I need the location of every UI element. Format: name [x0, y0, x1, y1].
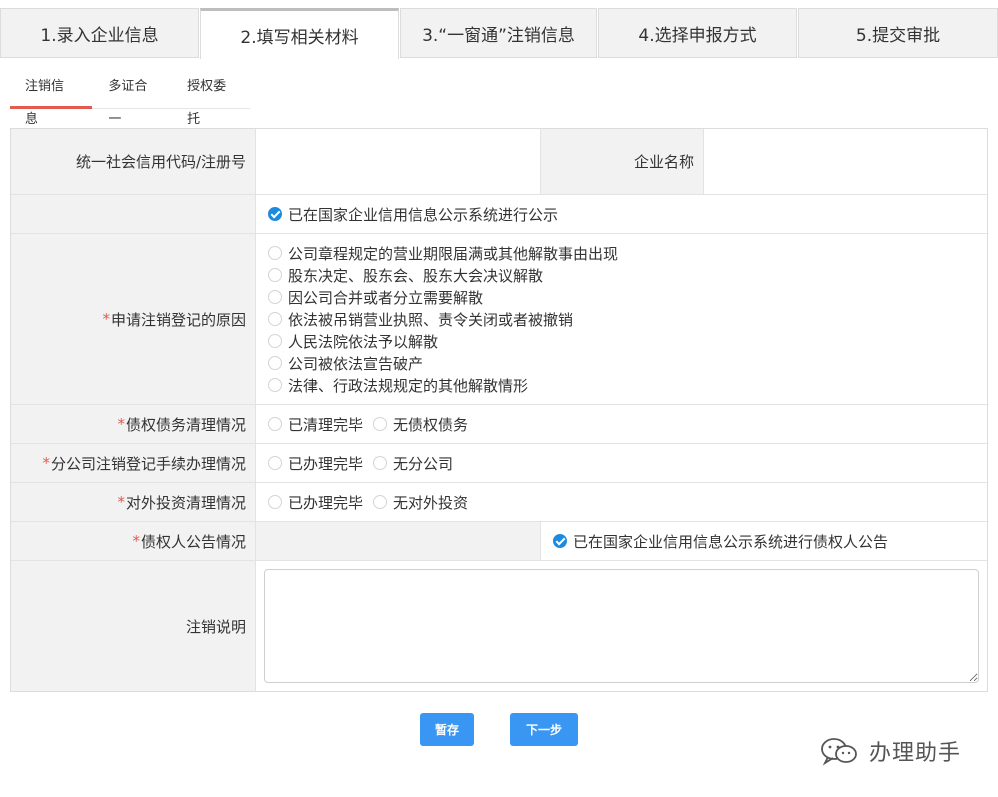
invest-option-done[interactable]: 已办理完毕 [268, 492, 363, 513]
radio-icon [268, 417, 282, 431]
radio-label: 无分公司 [393, 454, 454, 473]
step-tab-1[interactable]: 1.录入企业信息 [0, 8, 199, 58]
reason-option-label: 依法被吊销营业执照、责令关闭或者被撤销 [288, 310, 574, 329]
credit-code-label: 统一社会信用代码/注册号 [11, 129, 256, 194]
note-textarea[interactable] [264, 569, 979, 683]
row-publicity: 已在国家企业信用信息公示系统进行公示 [11, 195, 987, 234]
creditor-label: * 债权人公告情况 [11, 522, 256, 560]
publicity-option[interactable]: 已在国家企业信用信息公示系统进行公示 [268, 204, 558, 225]
reason-option-label: 法律、行政法规规定的其他解散情形 [288, 376, 529, 395]
reason-option-label: 人民法院依法予以解散 [288, 332, 439, 351]
required-mark: * [117, 415, 125, 433]
publicity-cell: 已在国家企业信用信息公示系统进行公示 [256, 195, 987, 233]
invest-label: * 对外投资清理情况 [11, 483, 256, 521]
wechat-icon [821, 738, 857, 766]
creditor-cell: 已在国家企业信用信息公示系统进行债权人公告 [541, 522, 987, 560]
publicity-option-label: 已在国家企业信用信息公示系统进行公示 [288, 205, 559, 224]
debt-option-none[interactable]: 无债权债务 [373, 414, 468, 435]
radio-icon [373, 417, 388, 431]
reason-option[interactable]: 公司章程规定的营业期限届满或其他解散事由出现 [268, 242, 618, 264]
step-tab-2[interactable]: 2.填写相关材料 [200, 8, 399, 59]
row-debt: * 债权债务清理情况 已清理完毕 无债权债务 [11, 405, 987, 444]
company-name-label: 企业名称 [541, 129, 704, 194]
sub-tabs: 注销信息 多证合一 授权委托 [10, 70, 250, 127]
step-tab-5[interactable]: 5.提交审批 [798, 8, 998, 58]
row-reason: * 申请注销登记的原因 公司章程规定的营业期限届满或其他解散事由出现 股东决定、股… [11, 234, 987, 405]
note-cell [256, 561, 987, 691]
row-note: 注销说明 [11, 561, 987, 691]
creditor-blank [256, 522, 541, 560]
radio-icon [268, 356, 282, 370]
reason-option[interactable]: 公司被依法宣告破产 [268, 352, 423, 374]
radio-label: 已办理完毕 [288, 454, 364, 473]
step-tabs: 1.录入企业信息 2.填写相关材料 3.“一窗通”注销信息 4.选择申报方式 5… [0, 8, 998, 59]
reason-option-label: 因公司合并或者分立需要解散 [288, 288, 484, 307]
subtab-authorization[interactable]: 授权委托 [171, 70, 250, 127]
row-branch: * 分公司注销登记手续办理情况 已办理完毕 无分公司 [11, 444, 987, 483]
reason-option-label: 公司章程规定的营业期限届满或其他解散事由出现 [288, 244, 619, 263]
radio-label: 已清理完毕 [288, 415, 364, 434]
step-tab-4[interactable]: 4.选择申报方式 [598, 8, 797, 58]
required-mark: * [102, 310, 110, 328]
row-invest: * 对外投资清理情况 已办理完毕 无对外投资 [11, 483, 987, 522]
invest-options: 已办理完毕 无对外投资 [256, 483, 987, 521]
note-label: 注销说明 [11, 561, 256, 691]
company-name-value [704, 129, 987, 194]
invest-option-none[interactable]: 无对外投资 [373, 492, 468, 513]
watermark: 办理助手 [819, 735, 961, 767]
branch-label: * 分公司注销登记手续办理情况 [11, 444, 256, 482]
subtab-multi-cert[interactable]: 多证合一 [92, 70, 171, 127]
reason-option-label: 股东决定、股东会、股东大会决议解散 [288, 266, 544, 285]
creditor-option-label: 已在国家企业信用信息公示系统进行债权人公告 [573, 532, 889, 551]
next-step-button[interactable]: 下一步 [510, 713, 578, 746]
radio-icon [373, 456, 388, 470]
watermark-text: 办理助手 [869, 741, 962, 766]
row-creditor: * 债权人公告情况 已在国家企业信用信息公示系统进行债权人公告 [11, 522, 987, 561]
reason-option[interactable]: 人民法院依法予以解散 [268, 330, 438, 352]
creditor-option[interactable]: 已在国家企业信用信息公示系统进行债权人公告 [553, 531, 888, 552]
cancellation-form: 统一社会信用代码/注册号 企业名称 已在国家企业信用信息公示系统进行公示 * 申请… [10, 128, 988, 692]
radio-label: 无对外投资 [393, 493, 469, 512]
required-mark: * [42, 454, 50, 472]
branch-options: 已办理完毕 无分公司 [256, 444, 987, 482]
subtab-cancellation-info[interactable]: 注销信息 [10, 70, 93, 127]
radio-icon [268, 378, 282, 392]
credit-code-value [256, 129, 541, 194]
radio-icon [268, 334, 282, 348]
radio-label: 已办理完毕 [288, 493, 364, 512]
reason-option[interactable]: 依法被吊销营业执照、责令关闭或者被撤销 [268, 308, 573, 330]
reason-option[interactable]: 股东决定、股东会、股东大会决议解散 [268, 264, 543, 286]
row-company-id: 统一社会信用代码/注册号 企业名称 [11, 129, 987, 195]
reason-option[interactable]: 法律、行政法规规定的其他解散情形 [268, 374, 528, 396]
radio-icon [268, 456, 282, 470]
debt-label: * 债权债务清理情况 [11, 405, 256, 443]
radio-icon [268, 268, 282, 282]
reason-options: 公司章程规定的营业期限届满或其他解散事由出现 股东决定、股东会、股东大会决议解散… [256, 234, 987, 404]
radio-icon [268, 246, 282, 260]
publicity-label [11, 195, 256, 233]
reason-label: * 申请注销登记的原因 [11, 234, 256, 404]
reason-option[interactable]: 因公司合并或者分立需要解散 [268, 286, 483, 308]
radio-icon [268, 312, 282, 326]
radio-icon [268, 495, 282, 509]
branch-option-none[interactable]: 无分公司 [373, 453, 453, 474]
radio-icon [268, 290, 282, 304]
reason-option-label: 公司被依法宣告破产 [288, 354, 424, 373]
save-draft-button[interactable]: 暂存 [420, 713, 474, 746]
radio-icon [373, 495, 388, 509]
debt-option-cleared[interactable]: 已清理完毕 [268, 414, 363, 435]
debt-options: 已清理完毕 无债权债务 [256, 405, 987, 443]
check-circle-icon [268, 207, 282, 221]
step-tab-3[interactable]: 3.“一窗通”注销信息 [400, 8, 597, 58]
check-circle-icon [553, 534, 567, 548]
required-mark: * [117, 493, 125, 511]
required-mark: * [132, 532, 140, 550]
radio-label: 无债权债务 [393, 415, 469, 434]
branch-option-done[interactable]: 已办理完毕 [268, 453, 363, 474]
